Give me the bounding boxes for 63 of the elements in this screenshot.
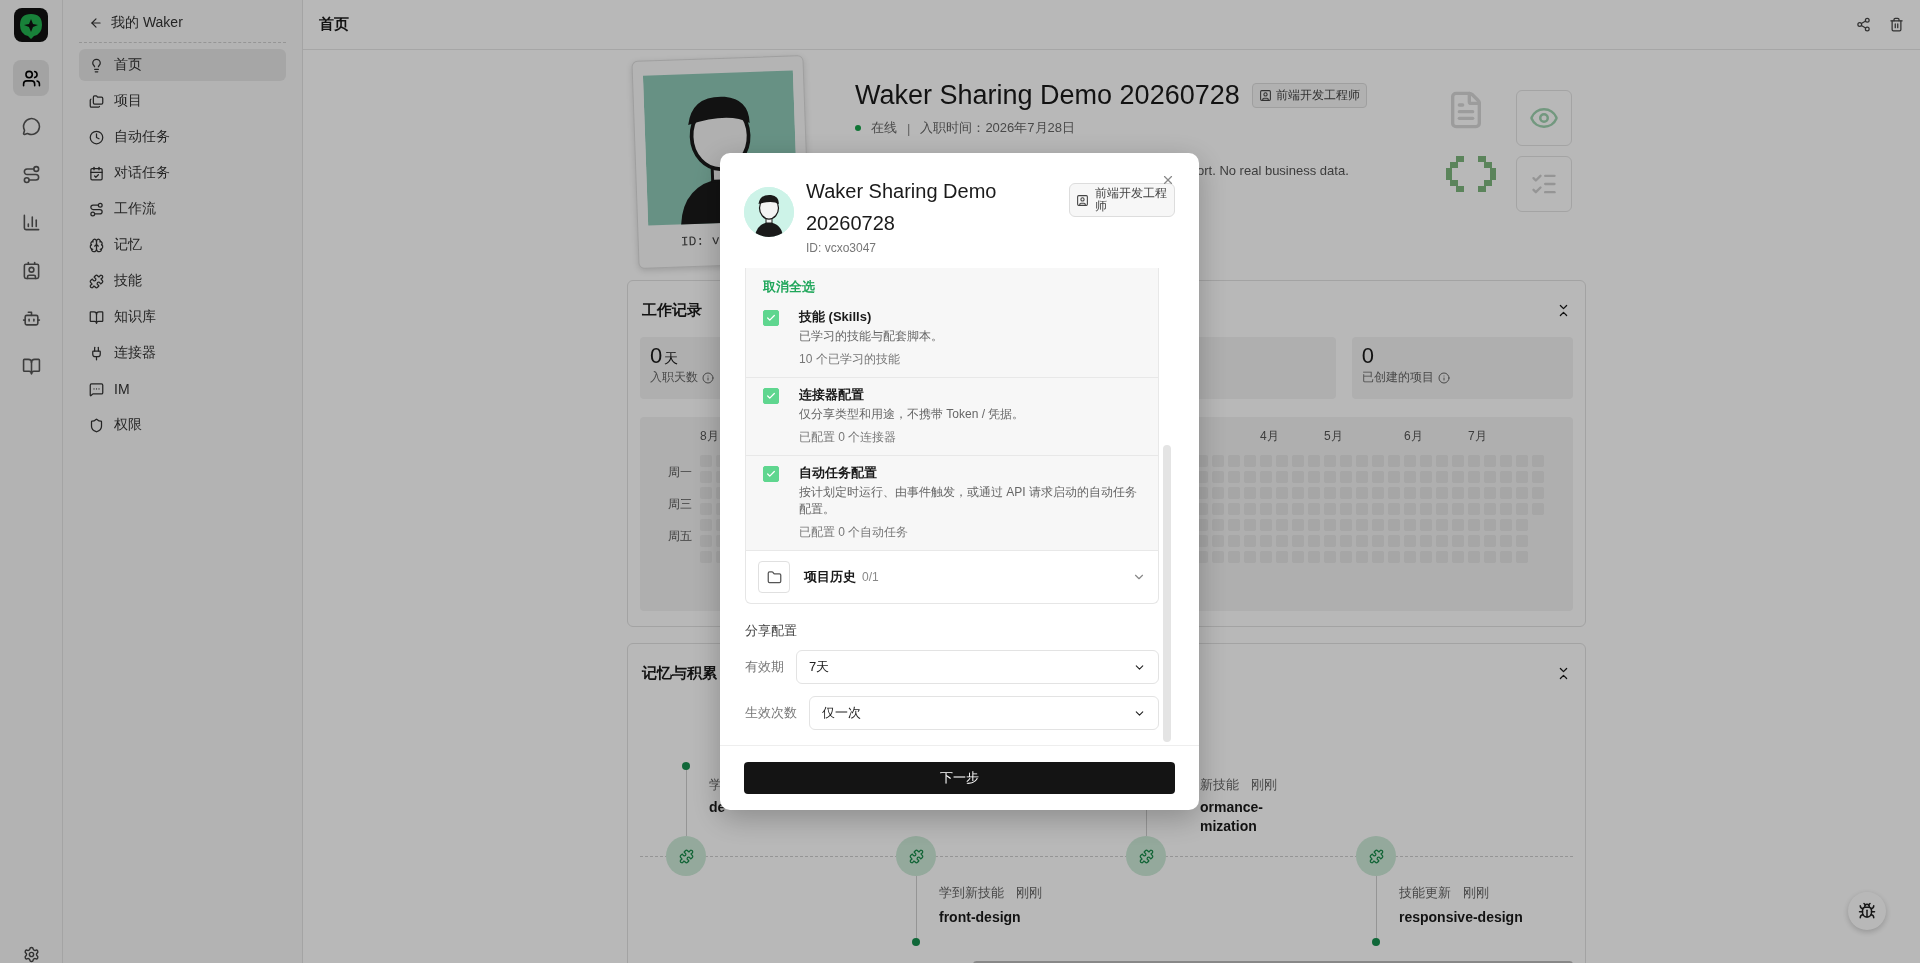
card-title: 工作记录 [642, 300, 702, 320]
option-title: 连接器配置 [799, 386, 865, 404]
day-label: 周三 [668, 496, 692, 513]
field-label: 有效期 [745, 658, 784, 676]
event-label: 技能更新 [1399, 884, 1451, 902]
sidebar-item[interactable]: 项目 [79, 85, 286, 117]
event-time: 刚刚 [1016, 884, 1042, 902]
month-label: 6月 [1404, 428, 1423, 445]
select-field[interactable]: 7天 [796, 650, 1159, 684]
event-name: front-design [939, 908, 1021, 927]
sidebar-item[interactable]: 权限 [79, 409, 286, 441]
sidebar-item[interactable]: IM [79, 373, 286, 405]
sidebar-item[interactable]: 工作流 [79, 193, 286, 225]
sidebar-item[interactable]: 技能 [79, 265, 286, 297]
stat-value: 0 天 [650, 343, 679, 369]
option-title: 技能 (Skills) [799, 308, 873, 326]
option-count: 已配置 0 个自动任务 [799, 524, 910, 540]
history-count: 0/1 [862, 570, 879, 584]
sidebar-item[interactable]: 对话任务 [79, 157, 286, 189]
month-label: 7月 [1468, 428, 1487, 445]
role-tag: 前端开发工程师 [1069, 183, 1175, 217]
option-description: 仅分享类型和用途，不携带 Token / 凭据。 [799, 406, 1025, 423]
event-time: 刚刚 [1463, 884, 1489, 902]
event-name: ormance- mization [1200, 798, 1264, 836]
event-time: 刚刚 [1251, 776, 1277, 794]
role-tag: 前端开发工程师 [1251, 83, 1367, 108]
settings-title: 分享配置 [745, 622, 798, 640]
option-title: 自动任务配置 [799, 464, 878, 482]
profile-name: Waker Sharing Demo 20260728 [855, 80, 1240, 111]
dialog-name: Waker Sharing Demo 20260728 [806, 179, 998, 236]
field-label: 生效次数 [745, 704, 797, 722]
back-link[interactable]: 我的 Waker [79, 12, 286, 43]
month-label: 8月 [700, 428, 719, 445]
sidebar-item[interactable]: 首页 [79, 49, 286, 81]
stat-label: 入职天数 [650, 369, 698, 386]
card-title: 记忆与积累 [642, 663, 717, 683]
month-label: 4月 [1260, 428, 1279, 445]
history-title: 项目历史 [804, 568, 856, 586]
option-description: 按计划定时运行、由事件触发，或通过 API 请求启动的自动任务配置。 [799, 484, 1138, 518]
project-history-row[interactable]: 项目历史 0/1 [745, 551, 1159, 604]
select-field[interactable]: 仅一次 [809, 696, 1159, 730]
day-label: 周一 [668, 464, 692, 481]
option-count: 10 个已学习的技能 [799, 351, 901, 367]
stat-value: 0 [1361, 343, 1374, 369]
sidebar-item[interactable]: 记忆 [79, 229, 286, 261]
status-text: 在线 [871, 119, 897, 137]
join-date: 入职时间：2026年7月28日 [920, 119, 1075, 137]
next-button[interactable]: 下一步 [744, 762, 1175, 794]
event-label: 新技能 [1200, 776, 1239, 794]
option-description: 已学习的技能与配套脚本。 [799, 328, 943, 345]
stat-label: 已创建的项目 [1361, 369, 1434, 386]
sidebar-item[interactable]: 自动任务 [79, 121, 286, 153]
day-label: 周五 [668, 528, 692, 545]
event-label: 学到新技能 [939, 884, 1004, 902]
sidebar-item[interactable]: 知识库 [79, 301, 286, 333]
option-count: 已配置 0 个连接器 [799, 429, 898, 445]
photo-caption: ID: v [680, 233, 720, 250]
sidebar-item[interactable]: 连接器 [79, 337, 286, 369]
separator: | [907, 120, 911, 136]
month-label: 5月 [1324, 428, 1343, 445]
dialog-id: ID: vcxo3047 [806, 241, 878, 255]
event-name: responsive-design [1399, 908, 1523, 927]
page-title: 首页 [319, 15, 349, 34]
